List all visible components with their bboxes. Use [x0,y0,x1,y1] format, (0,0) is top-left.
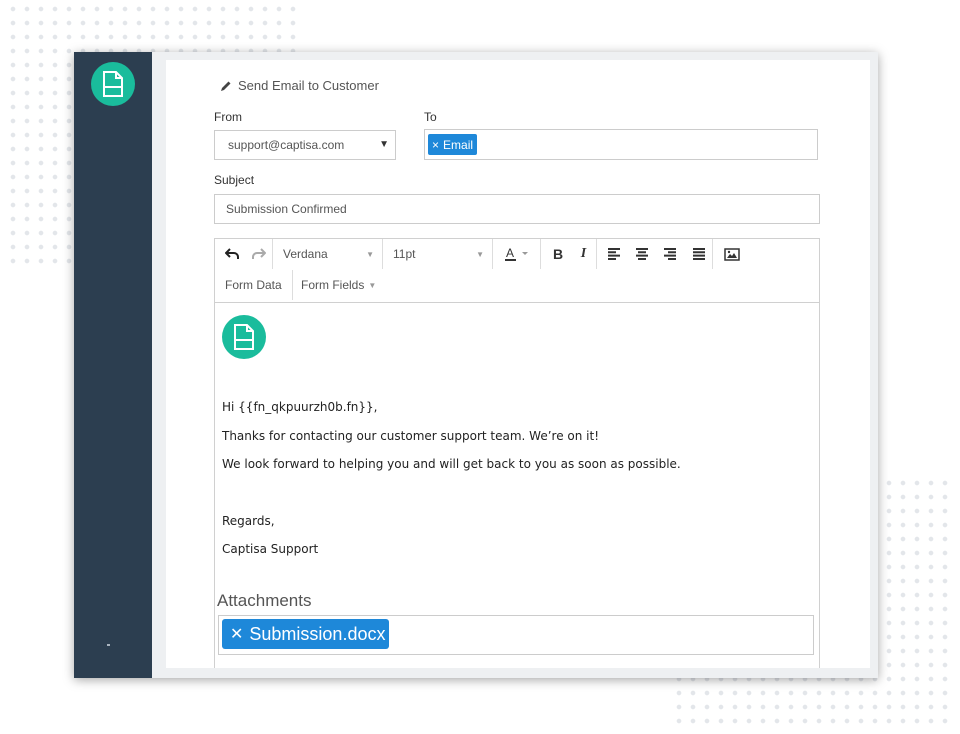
app-window: Send Email to Customer From support@capt… [74,52,878,678]
attachment-filename: Submission.docx [249,623,386,644]
attachments-label: Attachments [217,591,312,610]
panel-title: Send Email to Customer [220,78,379,93]
chevron-down-icon: ▼ [366,250,374,259]
from-label: From [214,110,242,124]
align-center-button[interactable] [629,239,655,269]
bold-button[interactable]: B [545,239,571,269]
sidebar-indicator [107,644,110,646]
justify-icon [692,248,705,260]
align-left-icon [608,248,620,260]
svg-text:A: A [506,246,514,260]
from-select[interactable]: support@captisa.com ▼ [214,130,396,160]
font-size-value: 11pt [393,247,416,261]
email-greeting: Hi {{fn_qkpuurzh0b.fn}}, [222,400,378,414]
font-color-icon: A [504,246,528,261]
form-fields-dropdown[interactable]: Form Fields ▼ [293,270,393,300]
email-panel: Send Email to Customer From support@capt… [166,60,870,668]
align-right-icon [664,248,676,260]
font-family-value: Verdana [283,247,328,261]
email-line-1: Thanks for contacting our customer suppo… [222,429,600,443]
font-color-button[interactable]: A [493,239,541,269]
font-family-dropdown[interactable]: Verdana ▼ [273,239,383,269]
align-left-button[interactable] [601,239,627,269]
form-data-button[interactable]: Form Data [215,270,293,300]
subject-input[interactable]: Submission Confirmed [214,194,820,224]
document-icon [103,71,123,97]
app-logo[interactable] [91,62,135,106]
justify-button[interactable] [685,239,713,269]
close-icon[interactable]: × [432,138,439,152]
bold-icon: B [552,246,564,262]
pencil-icon [221,81,231,91]
redo-icon [251,248,266,259]
from-value: support@captisa.com [228,138,345,152]
attachments-box[interactable]: ✕ Submission.docx [218,615,814,655]
form-data-label: Form Data [225,278,282,292]
editor-body[interactable]: Hi {{fn_qkpuurzh0b.fn}}, Thanks for cont… [222,315,812,556]
editor-toolbar: Verdana ▼ 11pt ▼ A B I Form Data Form Fi… [215,239,819,303]
italic-icon: I [580,246,587,261]
align-center-icon [636,248,648,260]
sidebar [74,52,152,678]
attachment-chip[interactable]: ✕ Submission.docx [222,619,390,649]
to-field[interactable]: × Email [424,129,818,160]
email-line-2: We look forward to helping you and will … [222,457,681,471]
image-icon [724,247,740,261]
email-signature: Captisa Support [222,542,319,556]
close-icon[interactable]: ✕ [230,624,243,644]
undo-button[interactable] [219,239,245,269]
to-chip-label: Email [443,137,474,152]
italic-button[interactable]: I [571,239,597,269]
redo-button[interactable] [245,239,273,269]
chevron-down-icon: ▼ [368,280,377,290]
chevron-down-icon: ▼ [476,250,484,259]
to-label: To [424,110,437,124]
subject-label: Subject [214,173,255,187]
panel-title-text: Send Email to Customer [238,78,379,93]
chevron-down-icon: ▼ [379,139,389,150]
align-right-button[interactable] [657,239,683,269]
subject-value: Submission Confirmed [226,202,347,216]
form-fields-label: Form Fields [301,278,365,292]
undo-icon [225,248,239,259]
to-chip[interactable]: × Email [428,134,478,155]
font-size-dropdown[interactable]: 11pt ▼ [383,239,493,269]
insert-image-button[interactable] [717,239,747,269]
document-icon [234,324,254,350]
email-logo [222,315,266,359]
email-sign-off: Regards, [222,514,275,528]
rich-text-editor: Verdana ▼ 11pt ▼ A B I Form Data Form Fi… [214,238,820,668]
